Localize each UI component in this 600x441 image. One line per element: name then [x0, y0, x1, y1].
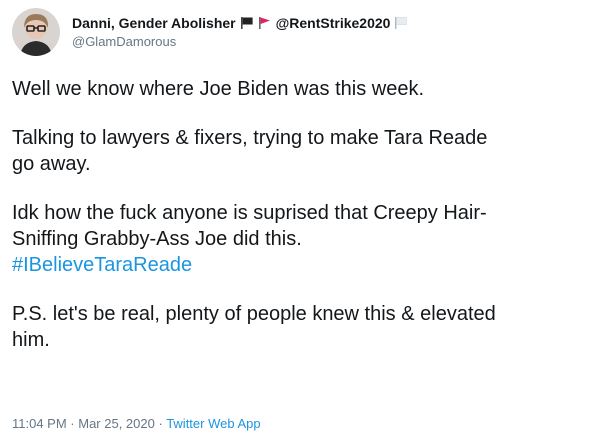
tweet-line: Idk how the fuck anyone is suprised that…: [12, 202, 487, 224]
hashtag-link[interactable]: #IBelieveTaraReade: [12, 254, 192, 276]
avatar[interactable]: [12, 8, 60, 56]
tweet-line: Talking to lawyers & fixers, trying to m…: [12, 127, 488, 149]
tweet-line: Sniffing Grabby-Ass Joe did this.: [12, 228, 302, 250]
tweet-line: Well we know where Joe Biden was this we…: [12, 78, 425, 100]
black-flag-icon: [240, 16, 254, 30]
white-flag-icon: [394, 16, 408, 30]
tweet-line: him.: [12, 329, 50, 351]
tweet-metadata: 11:04 PM · Mar 25, 2020 · Twitter Web Ap…: [12, 416, 261, 431]
tweet-line: go away.: [12, 153, 91, 175]
tweet-header: Danni, Gender Abolisher @RentStrike2020: [12, 8, 408, 56]
red-flag-icon: [258, 16, 272, 30]
source-app-link[interactable]: Twitter Web App: [166, 416, 260, 431]
tweet-time[interactable]: 11:04 PM: [12, 416, 67, 431]
meta-separator: ·: [154, 416, 167, 431]
tweet-card: Danni, Gender Abolisher @RentStrike2020: [0, 0, 600, 441]
user-handle[interactable]: @GlamDamorous: [72, 34, 408, 49]
meta-separator: ·: [66, 416, 79, 431]
author-identity: Danni, Gender Abolisher @RentStrike2020: [72, 13, 408, 49]
name-row: Danni, Gender Abolisher @RentStrike2020: [72, 13, 408, 33]
tweet-line: P.S. let's be real, plenty of people kne…: [12, 303, 496, 325]
display-name[interactable]: Danni, Gender Abolisher: [72, 15, 236, 31]
name-suffix-handle: @RentStrike2020: [275, 15, 391, 31]
tweet-text: Well we know where Joe Biden was this we…: [12, 76, 588, 353]
tweet-date[interactable]: Mar 25, 2020: [78, 416, 155, 431]
